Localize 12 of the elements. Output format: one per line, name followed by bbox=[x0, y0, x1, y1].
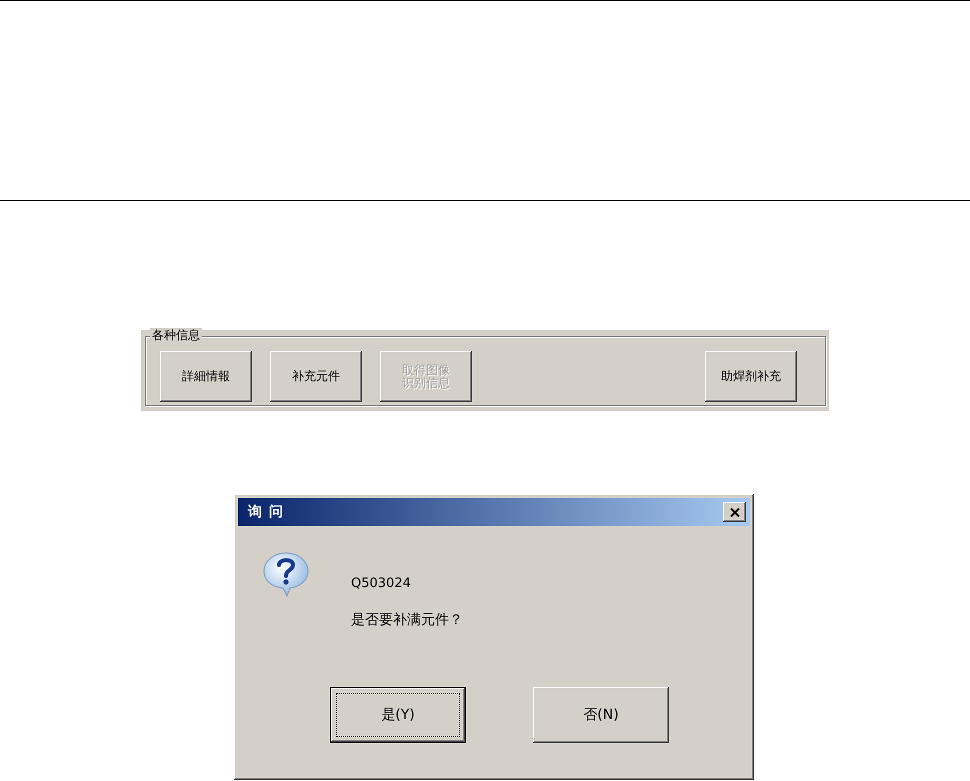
question-icon bbox=[262, 550, 310, 598]
message-text: 是否要补满元件？ bbox=[351, 612, 463, 628]
dialog-button[interactable]: 否(N) bbox=[533, 687, 669, 743]
message-code: Q503024 bbox=[351, 576, 412, 592]
close-button[interactable] bbox=[723, 502, 746, 522]
dialog-button[interactable]: 是(Y) bbox=[330, 687, 466, 743]
panel-button[interactable]: 助焊剂补充 bbox=[705, 351, 797, 402]
window-title: 询 问 bbox=[248, 503, 285, 521]
close-icon bbox=[730, 508, 740, 516]
panel-button[interactable]: 詳細情報 bbox=[160, 351, 252, 402]
group-title: 各种信息 bbox=[150, 328, 202, 342]
panel-button[interactable]: 补充元件 bbox=[270, 351, 362, 402]
